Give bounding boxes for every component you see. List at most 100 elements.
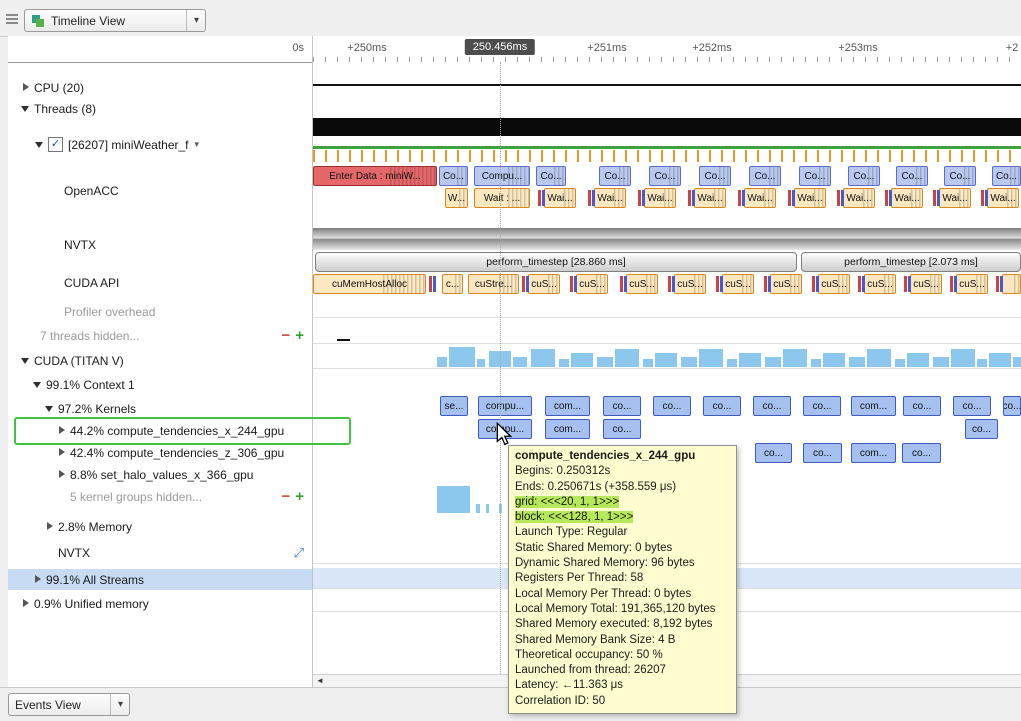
event-sliver-blue[interactable] bbox=[908, 276, 911, 292]
event-sliver-blue[interactable] bbox=[642, 190, 645, 206]
event-sliver-red[interactable] bbox=[812, 276, 815, 292]
timeline-block[interactable]: Wai... bbox=[594, 188, 626, 208]
event-sliver-blue[interactable] bbox=[692, 190, 695, 206]
activity-block[interactable] bbox=[765, 357, 781, 367]
event-sliver-red[interactable] bbox=[570, 276, 573, 292]
event-sliver-red[interactable] bbox=[716, 276, 719, 292]
sidebar-item-profiler-overhead[interactable]: Profiler overhead bbox=[8, 301, 312, 322]
dropdown-caret-icon[interactable]: ▾ bbox=[195, 139, 200, 150]
view-selector-dropdown[interactable]: Timeline View ▾ bbox=[24, 9, 206, 32]
activity-block[interactable] bbox=[437, 486, 470, 513]
timeline-block[interactable]: co... bbox=[603, 396, 641, 416]
process-checkbox[interactable]: ✓ bbox=[48, 137, 63, 152]
timeline-block[interactable]: Wai... bbox=[891, 188, 923, 208]
activity-block[interactable] bbox=[1013, 357, 1021, 367]
sidebar-item-process-miniweather[interactable]: ✓[26207] miniWeather_f▾ bbox=[8, 134, 312, 155]
chevron-down-icon[interactable] bbox=[20, 355, 31, 366]
event-sliver-red[interactable] bbox=[858, 276, 861, 292]
timeline-block[interactable]: Wai... bbox=[843, 188, 875, 208]
timeline-block[interactable]: W... bbox=[445, 188, 468, 208]
event-sliver-blue[interactable] bbox=[624, 276, 627, 292]
event-sliver-blue[interactable] bbox=[672, 276, 675, 292]
event-sliver-blue[interactable] bbox=[937, 190, 940, 206]
chevron-right-icon[interactable] bbox=[44, 521, 55, 532]
timeline-block[interactable]: com... bbox=[545, 396, 590, 416]
timeline-block[interactable]: cuS... bbox=[722, 274, 754, 294]
timeline-block[interactable]: Wai... bbox=[794, 188, 826, 208]
activity-block[interactable] bbox=[977, 359, 987, 367]
timeline-block[interactable]: Co... bbox=[439, 166, 468, 186]
sidebar-item-context-1[interactable]: 99.1% Context 1 bbox=[8, 374, 312, 395]
event-sliver-blue[interactable] bbox=[592, 190, 595, 206]
timeline-block[interactable]: cuS... bbox=[626, 274, 658, 294]
scroll-left-icon[interactable]: ◄ bbox=[316, 676, 324, 685]
timeline-block[interactable]: Wai... bbox=[939, 188, 971, 208]
activity-block[interactable] bbox=[739, 353, 761, 367]
event-sliver-red[interactable] bbox=[688, 190, 691, 206]
activity-block[interactable] bbox=[811, 359, 821, 367]
event-sliver-red[interactable] bbox=[950, 276, 953, 292]
timeline-block[interactable]: Wai... bbox=[744, 188, 776, 208]
activity-block[interactable] bbox=[531, 349, 555, 367]
event-sliver-blue[interactable] bbox=[720, 276, 723, 292]
hide-rows-icon[interactable]: − bbox=[281, 329, 290, 343]
timeline-block[interactable]: cuS... bbox=[910, 274, 942, 294]
event-sliver-blue[interactable] bbox=[862, 276, 865, 292]
sidebar-item-cuda-api[interactable]: CUDA API bbox=[8, 272, 312, 293]
timeline-block[interactable]: cuMemHostAlloc bbox=[313, 274, 426, 294]
timeline-block[interactable]: Wai... bbox=[544, 188, 576, 208]
sidebar-item-kernels[interactable]: 97.2% Kernels bbox=[8, 398, 312, 419]
timeline-block[interactable]: Co... bbox=[599, 166, 631, 186]
event-sliver-blue[interactable] bbox=[1000, 276, 1003, 292]
sidebar-item-kernel-tendencies-z[interactable]: 42.4% compute_tendencies_z_306_gpu bbox=[8, 442, 312, 463]
timeline-block[interactable]: Co... bbox=[699, 166, 731, 186]
timeline-block[interactable]: Co... bbox=[799, 166, 831, 186]
event-sliver-blue[interactable] bbox=[574, 276, 577, 292]
activity-block[interactable] bbox=[867, 349, 891, 367]
timeline-block[interactable]: cuS... bbox=[864, 274, 896, 294]
timeline-block[interactable]: Compu... bbox=[474, 166, 530, 186]
event-sliver-blue[interactable] bbox=[792, 190, 795, 206]
timeline-block[interactable]: se... bbox=[440, 396, 468, 416]
chevron-down-icon[interactable] bbox=[20, 103, 31, 114]
timeline-ruler[interactable]: +250ms+251ms+252ms+253ms+2 250.456ms bbox=[313, 36, 1021, 63]
event-sliver-red[interactable] bbox=[981, 190, 984, 206]
timeline-block[interactable]: Co... bbox=[992, 166, 1021, 186]
timeline-block[interactable]: co... bbox=[753, 396, 791, 416]
event-sliver-red[interactable] bbox=[668, 276, 671, 292]
timeline-block[interactable]: Wai... bbox=[987, 188, 1019, 208]
timeline-block[interactable]: com... bbox=[545, 419, 590, 439]
event-sliver-blue[interactable] bbox=[768, 276, 771, 292]
activity-block[interactable] bbox=[571, 353, 593, 367]
chevron-right-icon[interactable] bbox=[20, 598, 31, 609]
activity-block[interactable] bbox=[849, 357, 865, 367]
event-sliver-red[interactable] bbox=[933, 190, 936, 206]
timeline-block[interactable]: Wai... bbox=[694, 188, 726, 208]
activity-block[interactable] bbox=[437, 357, 447, 367]
activity-block[interactable] bbox=[559, 359, 569, 367]
activity-block[interactable] bbox=[655, 353, 677, 367]
event-sliver-red[interactable] bbox=[588, 190, 591, 206]
panel-menu-icon[interactable] bbox=[6, 14, 18, 24]
sidebar-item-nvtx[interactable]: NVTX bbox=[8, 234, 312, 255]
activity-block[interactable] bbox=[823, 353, 845, 367]
timeline-block[interactable]: compu... bbox=[478, 396, 532, 416]
show-rows-icon[interactable]: + bbox=[295, 490, 304, 504]
timeline-block[interactable]: Co... bbox=[749, 166, 781, 186]
timeline-block[interactable]: co... bbox=[653, 396, 691, 416]
timeline-block[interactable]: co... bbox=[902, 443, 941, 463]
activity-block[interactable] bbox=[597, 357, 613, 367]
timeline-block[interactable]: cuS... bbox=[818, 274, 850, 294]
event-sliver-red[interactable] bbox=[885, 190, 888, 206]
event-sliver-blue[interactable] bbox=[889, 190, 892, 206]
timeline-block[interactable]: Co... bbox=[944, 166, 976, 186]
event-sliver-blue[interactable] bbox=[816, 276, 819, 292]
timeline-block[interactable]: co... bbox=[703, 396, 741, 416]
event-sliver-red[interactable] bbox=[788, 190, 791, 206]
activity-block[interactable] bbox=[476, 504, 480, 513]
timeline-block[interactable]: Wait : ... bbox=[474, 188, 530, 208]
sidebar-item-kernel-set-halo[interactable]: 8.8% set_halo_values_x_366_gpu bbox=[8, 464, 312, 485]
event-sliver-blue[interactable] bbox=[742, 190, 745, 206]
chevron-down-icon[interactable] bbox=[32, 379, 43, 390]
timeline-block[interactable]: co... bbox=[903, 396, 941, 416]
